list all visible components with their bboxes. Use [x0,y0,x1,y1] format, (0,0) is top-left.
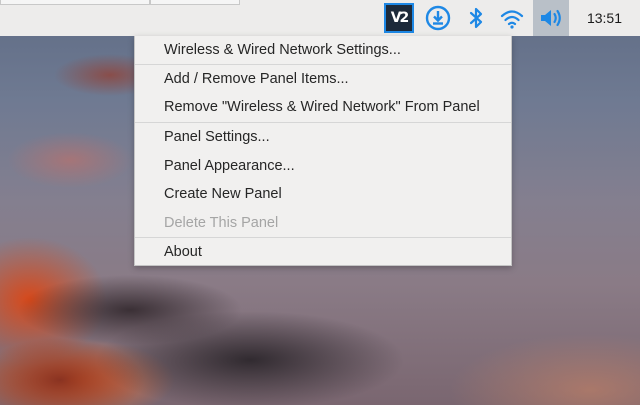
menu-item-network-settings[interactable]: Wireless & Wired Network Settings... [135,36,511,64]
menu-item-delete-this-panel: Delete This Panel [164,215,279,231]
menu-item-panel-appearance[interactable]: Panel Appearance... [135,152,511,180]
panel-context-menu: Wireless & Wired Network Settings... Add… [134,36,512,266]
bluetooth-icon[interactable] [461,3,491,33]
menu-item-remove-from-panel[interactable]: Remove "Wireless & Wired Network" From P… [135,93,511,121]
clock[interactable]: 13:51 [587,0,622,36]
taskbar-button[interactable] [150,0,240,5]
wifi-icon[interactable] [497,3,527,33]
vnc-logo: V2 [384,3,414,33]
menu-item-about[interactable]: About [135,238,511,266]
menu-item-add-remove-panel-items[interactable]: Add / Remove Panel Items... [135,65,511,93]
top-panel: V2 13:51 [0,0,640,36]
vnc-icon[interactable]: V2 [384,3,414,33]
menu-item-panel-settings[interactable]: Panel Settings... [135,123,511,151]
taskbar-button[interactable] [0,0,150,5]
download-icon[interactable] [423,3,453,33]
menu-item-create-new-panel[interactable]: Create New Panel [135,180,511,208]
volume-icon[interactable] [533,0,569,36]
